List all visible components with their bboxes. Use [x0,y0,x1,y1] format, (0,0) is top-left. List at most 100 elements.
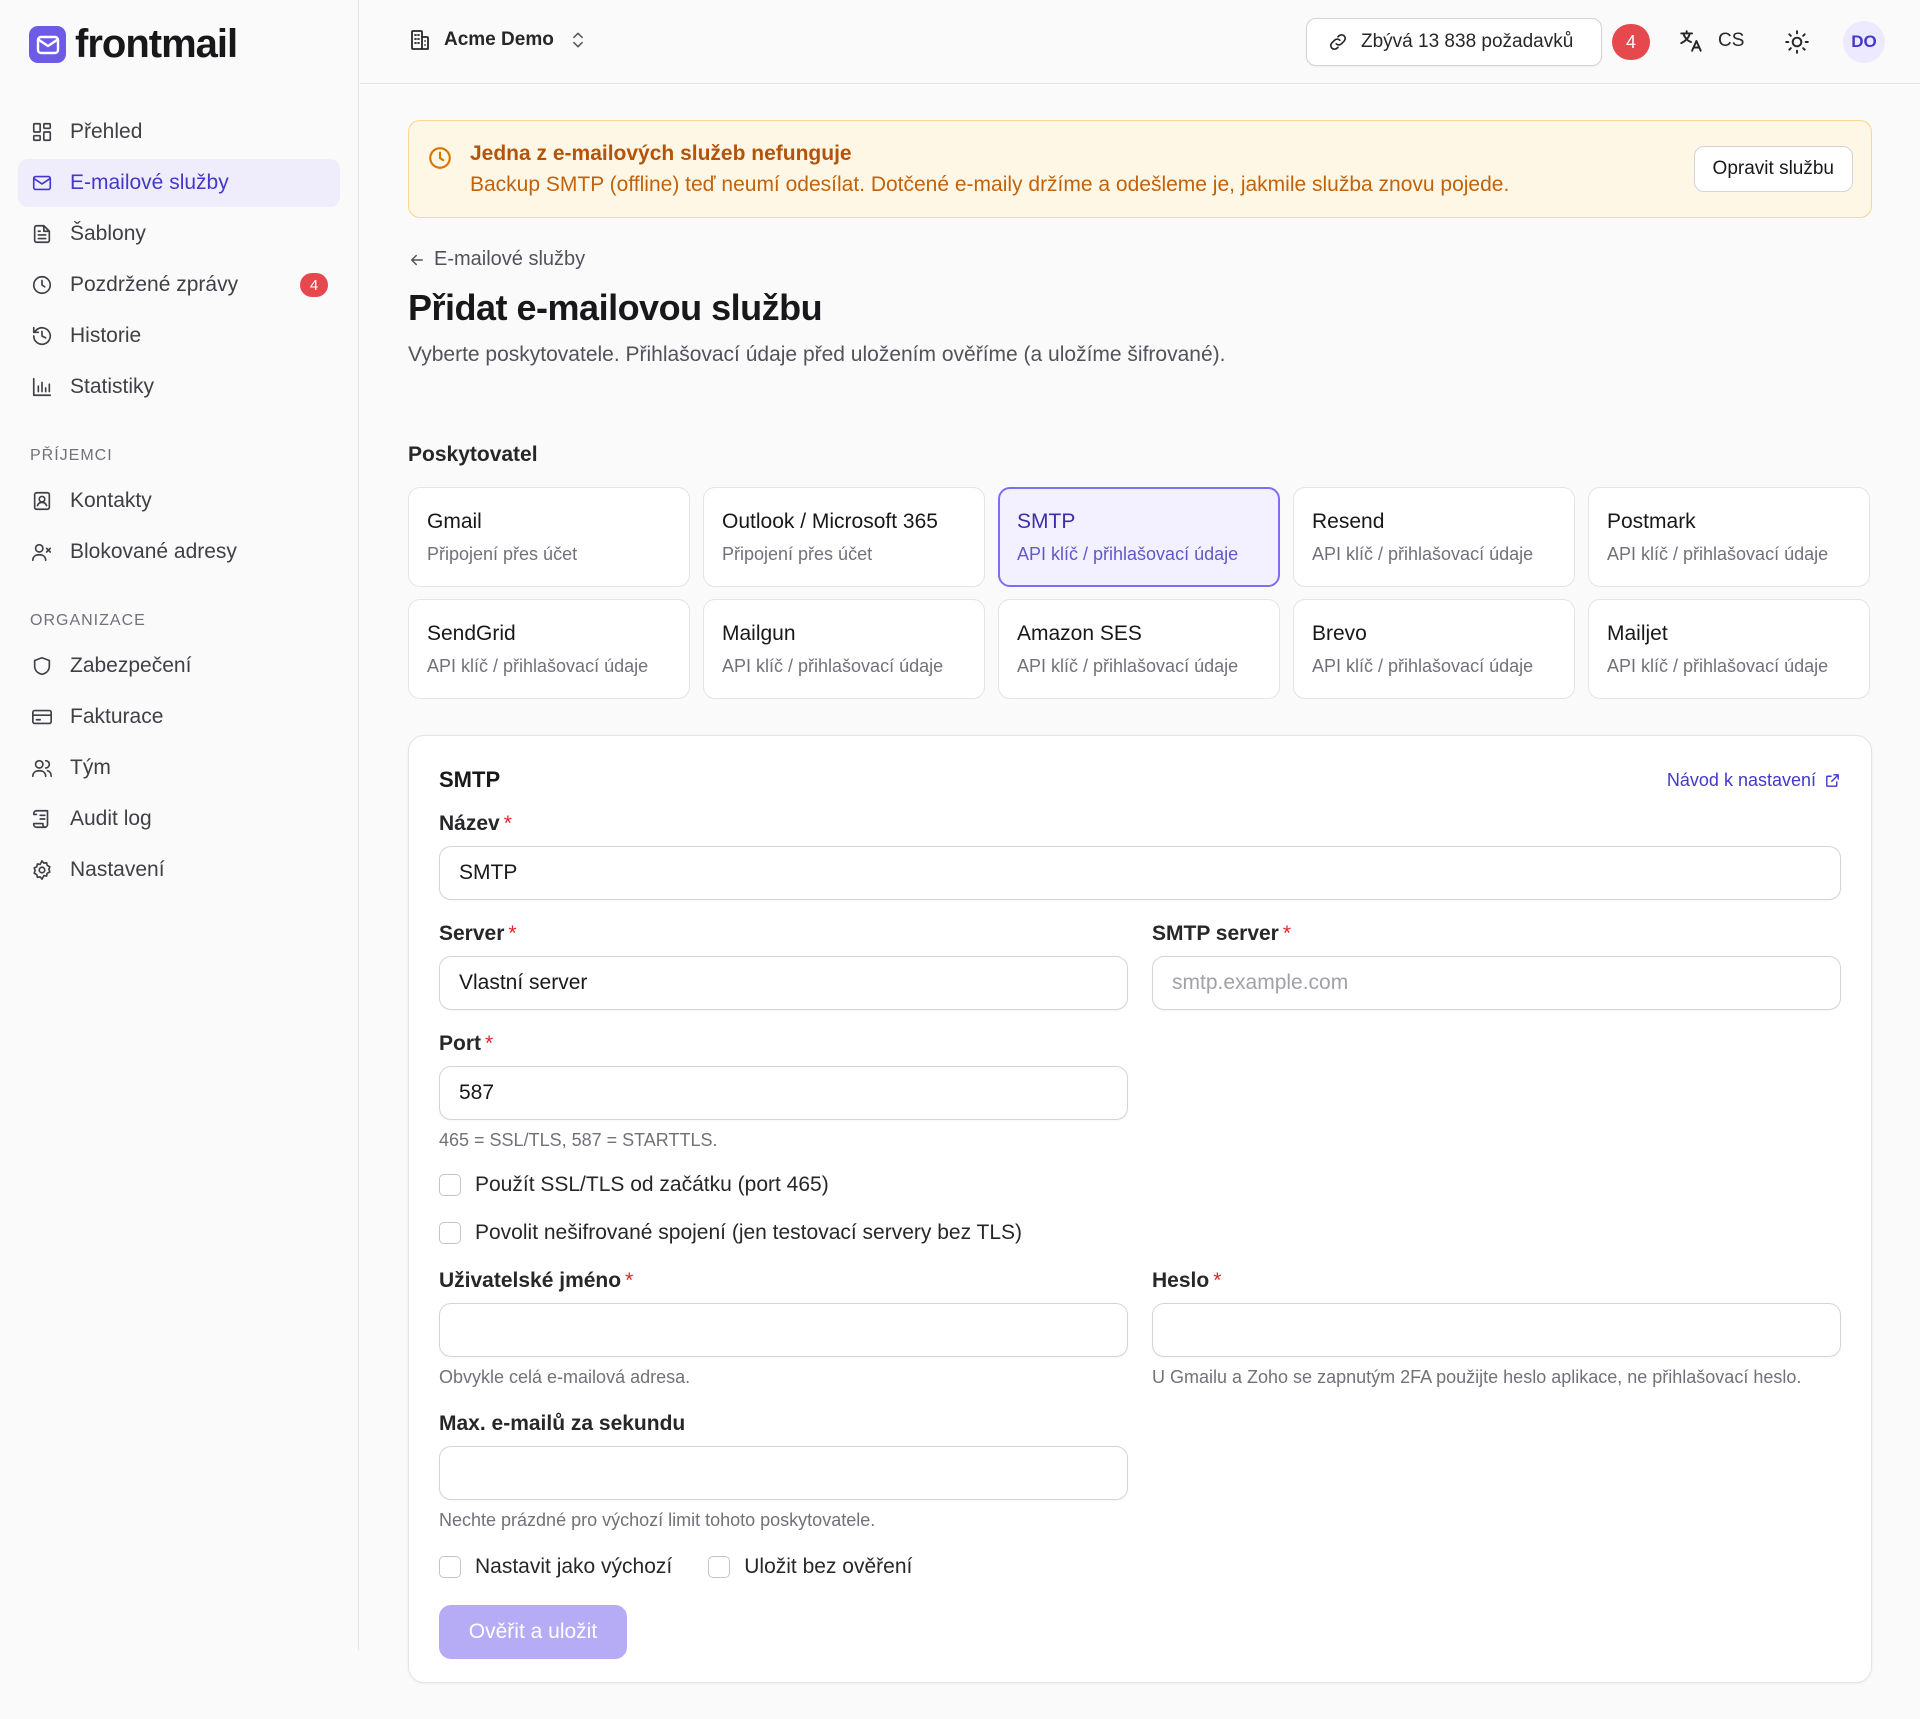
logo-text: frontmail [75,22,238,66]
ssl-checkbox[interactable] [439,1174,461,1196]
contact-card-icon [30,489,54,513]
org-switcher[interactable]: Acme Demo [408,28,588,52]
users-icon [30,756,54,780]
rate-label: Max. e-mailů za sekundu [439,1412,686,1435]
sidebar-item-label: Šablony [70,222,146,245]
provider-name: Mailjet [1607,622,1668,645]
file-text-icon [30,222,54,246]
top-header: Acme Demo Zbývá 13 838 požadavků 4 CS DO [360,0,1920,84]
provider-card-outlook[interactable]: Outlook / Microsoft 365 Připojení přes úč… [703,487,985,587]
port-input[interactable]: 587 [439,1066,1128,1120]
ssl-checkbox-row[interactable]: Použít SSL/TLS od začátku (port 465) [439,1171,1841,1199]
username-input[interactable] [439,1303,1128,1357]
logo[interactable]: frontmail [29,22,238,67]
sidebar-item-label: Nastavení [70,858,165,881]
provider-card-brevo[interactable]: Brevo API klíč / přihlašovací údaje [1293,599,1575,699]
sidebar-item-settings[interactable]: Nastavení [18,846,340,894]
sidebar-item-overview[interactable]: Přehled [18,108,340,156]
provider-desc: Připojení přes účet [722,544,873,564]
sidebar-item-label: Přehled [70,120,143,143]
logo-mail-icon [29,26,66,63]
quota-button[interactable]: Zbývá 13 838 požadavků [1306,18,1602,66]
provider-card-resend[interactable]: Resend API klíč / přihlašovací údaje [1293,487,1575,587]
password-hint: U Gmailu a Zoho se zapnutým 2FA použijte… [1152,1367,1802,1387]
provider-name: Brevo [1312,622,1367,645]
sidebar-item-history[interactable]: Historie [18,312,340,360]
provider-card-smtp[interactable]: SMTP API klíč / přihlašovací údaje [998,487,1280,587]
noverify-checkbox[interactable] [708,1556,731,1578]
sidebar-item-contacts[interactable]: Kontakty [18,477,340,525]
name-label: Název * [439,812,512,835]
required-mark: * [625,1269,634,1292]
language-switcher[interactable]: CS [1678,28,1744,54]
server-label: Server * [439,922,517,945]
sidebar-item-team[interactable]: Tým [18,744,340,792]
provider-card-amazon-ses[interactable]: Amazon SES API klíč / přihlašovací údaje [998,599,1280,699]
smtp-server-input[interactable]: smtp.example.com [1152,956,1841,1010]
sidebar-item-audit-log[interactable]: Audit log [18,795,340,843]
quota-label: Zbývá 13 838 požadavků [1361,31,1574,52]
sidebar-item-billing[interactable]: Fakturace [18,693,340,741]
org-name: Acme Demo [444,29,554,50]
sidebar-item-security[interactable]: Zabezpečení [18,642,340,690]
provider-desc: API klíč / přihlašovací údaje [1017,544,1239,564]
sidebar-item-statistics[interactable]: Statistiky [18,363,340,411]
notification-badge[interactable]: 4 [1612,24,1650,60]
user-x-icon [30,540,54,564]
sidebar-item-held-messages[interactable]: Pozdržené zprávy 4 [18,261,340,309]
default-checkbox-row[interactable]: Nastavit jako výchozí [439,1553,672,1581]
sidebar-item-label: Statistiky [70,375,155,398]
provider-desc: API klíč / přihlašovací údaje [427,656,649,676]
noverify-checkbox-row[interactable]: Uložit bez ověření [708,1553,912,1581]
username-hint: Obvykle celá e-mailová adresa. [439,1367,691,1387]
default-checkbox[interactable] [439,1556,461,1578]
sun-icon [1785,30,1809,54]
back-link[interactable]: E-mailové služby [408,248,1872,271]
fix-service-button[interactable]: Opravit službu [1693,146,1853,192]
provider-card-mailgun[interactable]: Mailgun API klíč / přihlašovací údaje [703,599,985,699]
provider-name: Mailgun [722,622,796,645]
sidebar-item-email-services[interactable]: E-mailové služby [18,159,340,207]
sidebar-item-label: Zabezpečení [70,654,192,677]
provider-card-sendgrid[interactable]: SendGrid API klíč / přihlašovací údaje [408,599,690,699]
required-mark: * [503,812,512,835]
name-input[interactable]: SMTP [439,846,1841,900]
sidebar-nav: Přehled E-mailové služby Šablony Pozdrže… [18,108,340,897]
service-warning-alert: Jedna z e-mailových služeb nefunguje Bac… [408,120,1872,218]
provider-name: Postmark [1607,510,1696,533]
form-title: SMTP [439,767,501,792]
required-mark: * [508,922,517,945]
setup-guide-link[interactable]: Návod k nastavení [1667,770,1841,791]
alert-title: Jedna z e-mailových služeb nefunguje [470,142,852,165]
password-input[interactable] [1152,1303,1841,1357]
sidebar-item-templates[interactable]: Šablony [18,210,340,258]
provider-name: Resend [1312,510,1385,533]
scroll-list-icon [30,807,54,831]
rate-input[interactable] [439,1446,1128,1500]
provider-card-postmark[interactable]: Postmark API klíč / přihlašovací údaje [1588,487,1870,587]
alert-text: Backup SMTP (offline) teď neumí odesílat… [470,173,1510,196]
sidebar-item-blocked[interactable]: Blokované adresy [18,528,340,576]
theme-toggle[interactable] [1784,29,1810,60]
verify-save-button[interactable]: Ověřit a uložit [439,1605,627,1659]
user-avatar[interactable]: DO [1843,21,1885,63]
history-icon [30,324,54,348]
sidebar-item-label: Audit log [70,807,152,830]
language-code: CS [1718,30,1745,51]
insecure-checkbox-row[interactable]: Povolit nešifrované spojení (jen testova… [439,1219,1841,1247]
sidebar-item-label: E-mailové služby [70,171,229,194]
page-subtitle: Vyberte poskytovatele. Přihlašovací údaj… [408,343,1226,366]
bar-chart-icon [30,375,54,399]
mail-icon [30,171,54,195]
provider-desc: API klíč / přihlašovací údaje [1312,656,1534,676]
provider-name: SendGrid [427,622,516,645]
chevron-up-down-icon [572,32,583,48]
required-mark: * [1213,1269,1222,1292]
provider-card-mailjet[interactable]: Mailjet API klíč / přihlašovací údaje [1588,599,1870,699]
provider-card-gmail[interactable]: Gmail Připojení přes účet [408,487,690,587]
sidebar: frontmail Přehled E-mailové služby Šablo… [0,0,359,1650]
insecure-checkbox[interactable] [439,1222,461,1244]
link-icon [1329,33,1347,51]
server-select[interactable]: Vlastní server [439,956,1128,1010]
provider-name: Amazon SES [1017,622,1142,645]
